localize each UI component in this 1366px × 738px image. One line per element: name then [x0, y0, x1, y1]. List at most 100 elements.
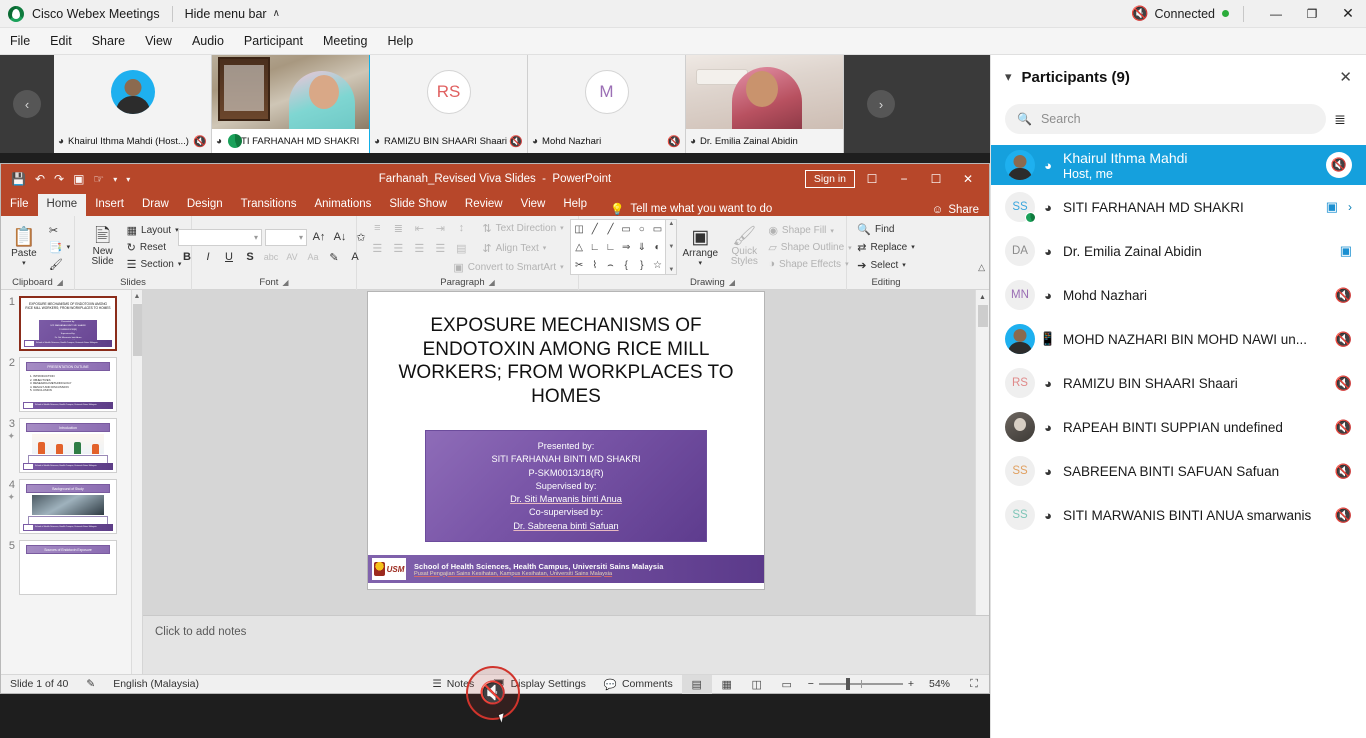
line-shape[interactable]: ╱ [592, 224, 598, 235]
scroll-down-icon[interactable]: ▼ [668, 244, 674, 250]
video-tile-siti-farhanah[interactable]: ◕ SITI FARHANAH MD SHAKRI [212, 55, 370, 153]
thumbnail-row-4[interactable]: 4 ✦ Background of Study School of Health … [1, 473, 142, 534]
columns-button[interactable]: ▤ [452, 240, 470, 257]
pie-shape[interactable]: ◐ [654, 242, 660, 253]
tab-insert[interactable]: Insert [86, 194, 133, 216]
language-label[interactable]: English (Malaysia) [104, 678, 208, 690]
curve-shape[interactable]: ⌇ [592, 260, 597, 271]
video-tile-khairul[interactable]: ◕ Khairul Ithma Mahdi (Host...) 🔇 [54, 55, 212, 153]
scroll-up-icon[interactable]: ▲ [976, 290, 989, 304]
slide-counter[interactable]: Slide 1 of 40 [1, 678, 77, 690]
tab-slide-show[interactable]: Slide Show [380, 194, 456, 216]
scroll-up-icon[interactable]: ▲ [132, 290, 142, 303]
shape-fill-button[interactable]: ◉ Shape Fill ▾ [765, 223, 854, 238]
shapes-gallery[interactable]: ◫ ╱ ╱ ▭ ○ ▭ △ ∟ ∟ ⇒ ⇓ ◐ ✂ ⌇ ⌢ {} ☆ [570, 219, 667, 275]
menu-meeting[interactable]: Meeting [313, 28, 377, 55]
reset-button[interactable]: ↻ Reset [124, 240, 185, 255]
participant-row-ramizu[interactable]: RS ◕ RAMIZU BIN SHAARI Shaari 🔇 [991, 361, 1366, 405]
filmstrip-next-button[interactable]: › [844, 55, 918, 153]
arrange-button[interactable]: ▣ Arrange ▾ [677, 227, 723, 267]
dialog-launcher-icon[interactable]: ◢ [57, 278, 63, 287]
start-presentation-icon[interactable]: ▣ [73, 172, 84, 186]
more-options-icon[interactable]: › [1348, 200, 1352, 214]
freeform-shape[interactable]: ✂ [575, 260, 583, 271]
thumbnail-row-3[interactable]: 3 ✦ Introduction School of Health Science… [1, 412, 142, 473]
sort-participants-icon[interactable]: ≣ [1326, 111, 1354, 128]
align-text-button[interactable]: ⇵ Align Text ▾ [479, 241, 549, 256]
menu-view[interactable]: View [135, 28, 182, 55]
menu-help[interactable]: Help [377, 28, 423, 55]
cut-button[interactable]: ✂ [46, 223, 73, 238]
ppt-restore-button[interactable]: ☐ [921, 166, 951, 192]
mic-muted-icon[interactable]: 🔇 [1335, 463, 1352, 480]
participant-row-khairul[interactable]: ◕ Khairul Ithma Mahdi Host, me 🔇 [991, 145, 1366, 185]
filmstrip-prev-button[interactable]: ‹ [0, 55, 54, 153]
thumbnail-row-5[interactable]: 5 Sources of Endotoxin Exposure [1, 534, 142, 595]
mic-muted-icon[interactable]: 🔇 [1335, 419, 1352, 436]
window-restore-button[interactable]: ❐ [1294, 0, 1330, 28]
close-panel-button[interactable]: ✕ [1339, 68, 1352, 86]
align-center-button[interactable]: ☰ [389, 240, 407, 257]
mic-muted-icon[interactable]: 🔇 [1326, 152, 1352, 178]
thumbnail-scrollbar[interactable]: ▲ ▼ [131, 290, 142, 693]
elbow-arrow-shape[interactable]: ∟ [606, 242, 616, 253]
tab-review[interactable]: Review [456, 194, 512, 216]
right-arrow-shape[interactable]: ⇒ [622, 242, 630, 253]
strikethrough-button[interactable]: abc [262, 249, 280, 266]
scrollbar-thumb[interactable] [978, 305, 988, 327]
qat-chevron-down-icon[interactable]: ▾ [113, 175, 117, 184]
ribbon-display-options-icon[interactable]: ☐ [857, 166, 887, 192]
touch-mode-icon[interactable]: ☞ [93, 172, 104, 186]
video-tile-ramizu[interactable]: RS ◕ RAMIZU BIN SHAARI Shaari 🔇 [370, 55, 528, 153]
paste-button[interactable]: 📋 Paste ▾ [2, 227, 46, 267]
tab-help[interactable]: Help [554, 194, 596, 216]
slide-sorter-view-button[interactable]: ▦ [712, 675, 742, 694]
participant-row-mohd-nazhari-nawi[interactable]: 📱 MOHD NAZHARI BIN MOHD NAWI un... 🔇 [991, 317, 1366, 361]
search-input[interactable]: 🔍 Search [1005, 104, 1326, 134]
arc-shape[interactable]: ⌢ [607, 260, 614, 271]
ppt-minimize-button[interactable]: − [889, 166, 919, 192]
shape-effects-button[interactable]: ◑ Shape Effects ▾ [765, 257, 854, 271]
text-shadow-button[interactable]: S [241, 249, 259, 266]
participant-row-rapeah[interactable]: ◕ RAPEAH BINTI SUPPIAN undefined 🔇 [991, 405, 1366, 449]
scroll-up-icon[interactable]: ▲ [668, 221, 674, 227]
floating-mute-button[interactable]: 🔇 [466, 666, 520, 720]
slide-thumbnail-5[interactable]: Sources of Endotoxin Exposure [19, 540, 117, 595]
tell-me-search[interactable]: 💡 Tell me what you want to do [610, 202, 772, 216]
text-box-shape[interactable]: ◫ [574, 224, 583, 235]
decrease-font-size-button[interactable]: A↓ [331, 229, 349, 246]
notes-placeholder[interactable]: Click to add notes [143, 616, 989, 648]
quick-styles-button[interactable]: 🖌 Quick Styles [723, 227, 765, 267]
align-left-button[interactable]: ☰ [368, 240, 386, 257]
thumbnail-row-2[interactable]: 2 PRESENTATION OUTLINE 1. INTRODUCTION 2… [1, 351, 142, 412]
bold-button[interactable]: B [178, 249, 196, 266]
slide-thumbnail-panel[interactable]: 1 EXPOSURE MECHANISMS OF ENDOTOXIN AMONG… [1, 290, 143, 693]
mic-muted-icon[interactable]: 🔇 [1335, 375, 1352, 392]
tab-animations[interactable]: Animations [305, 194, 380, 216]
mic-muted-icon[interactable]: 🔇 [1335, 331, 1352, 348]
zoom-knob[interactable] [845, 678, 850, 690]
save-icon[interactable]: 💾 [11, 172, 26, 186]
comments-button[interactable]: 💬 Comments [595, 678, 682, 691]
tab-transitions[interactable]: Transitions [232, 194, 306, 216]
triangle-shape[interactable]: △ [575, 242, 583, 253]
chevron-up-icon[interactable]: ∧ [273, 8, 280, 19]
rectangle-shape[interactable]: ▭ [621, 224, 630, 235]
shapes-more-icon[interactable]: ▼ [668, 267, 674, 273]
slide-thumbnail-4[interactable]: Background of Study School of Health Sci… [19, 479, 117, 534]
collapse-chevron-icon[interactable]: ▾ [1005, 69, 1012, 85]
format-painter-button[interactable]: 🖌 [46, 257, 73, 272]
video-tile-mohd-nazhari[interactable]: M ◕ Mohd Nazhari 🔇 [528, 55, 686, 153]
participants-list[interactable]: ◕ Khairul Ithma Mahdi Host, me 🔇 SS ◕ SI… [991, 145, 1366, 738]
share-button[interactable]: ☺ Share [932, 204, 989, 216]
select-button[interactable]: ➔ Select ▾ [854, 258, 917, 273]
align-right-button[interactable]: ☰ [410, 240, 428, 257]
camera-on-icon[interactable]: ▣ [1340, 243, 1352, 259]
text-direction-button[interactable]: ⇅ Text Direction ▾ [479, 221, 566, 236]
menu-edit[interactable]: Edit [40, 28, 82, 55]
mic-muted-icon[interactable]: 🔇 [1335, 507, 1352, 524]
tab-view[interactable]: View [512, 194, 555, 216]
video-tile-emilia[interactable]: ◕ Dr. Emilia Zainal Abidin [686, 55, 844, 153]
collapse-ribbon-button[interactable]: △ [978, 262, 985, 273]
oval-shape[interactable]: ○ [639, 224, 645, 235]
